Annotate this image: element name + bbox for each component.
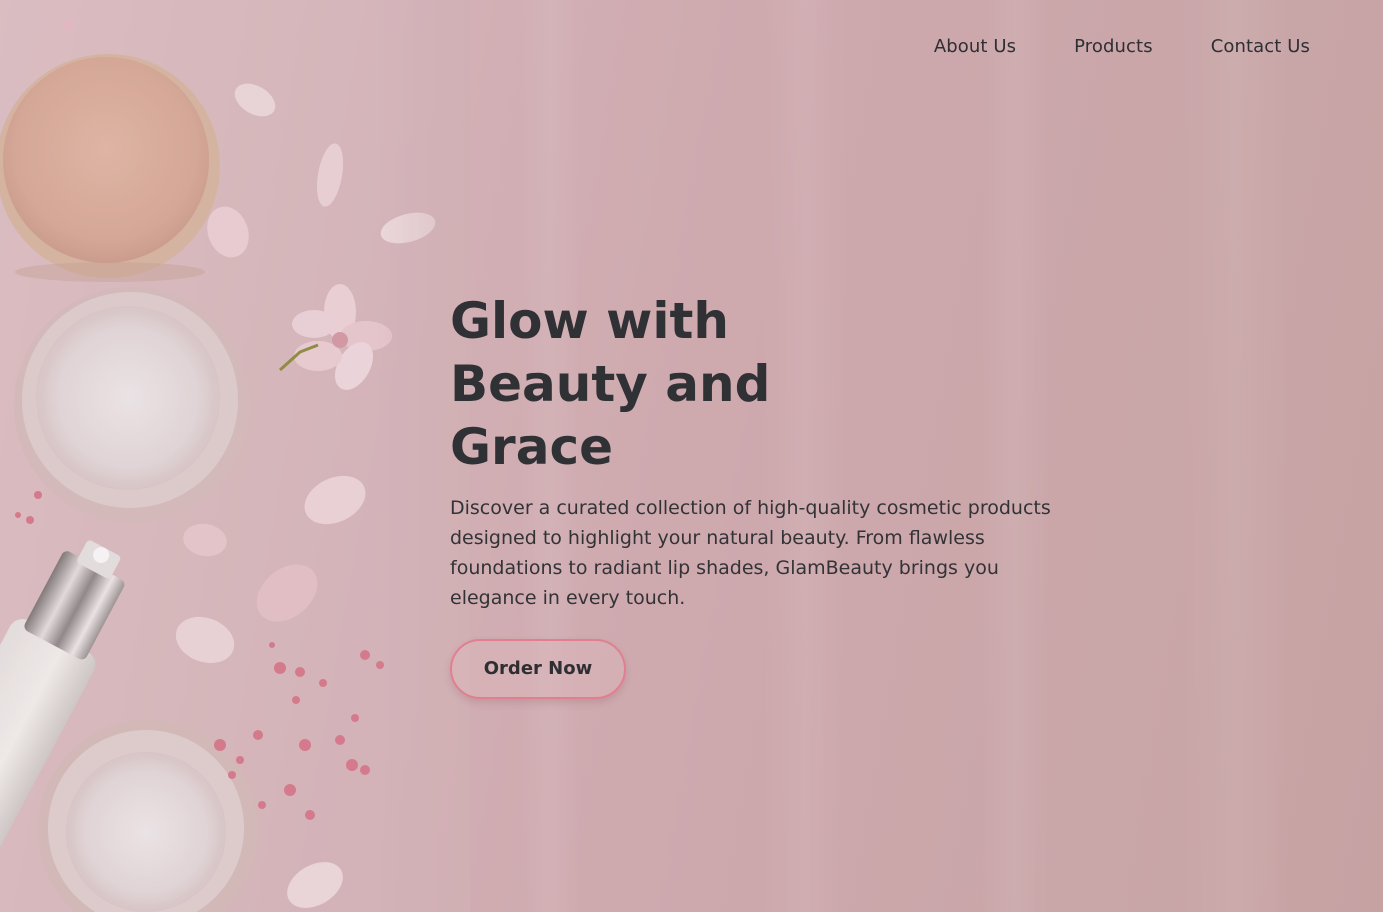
hero-headline: Glow with Beauty and Grace — [450, 292, 771, 476]
order-now-button[interactable]: Order Now — [450, 639, 626, 699]
nav-products-link[interactable]: Products — [1074, 36, 1153, 57]
top-navigation: About Us Products Contact Us — [876, 36, 1310, 57]
nav-about-us-link[interactable]: About Us — [934, 36, 1016, 57]
hero-section: About Us Products Contact Us Glow with B… — [0, 0, 1383, 912]
cosmetics-background-image — [0, 0, 470, 912]
hero-description: Discover a curated collection of high-qu… — [450, 497, 1051, 609]
nav-contact-us-link[interactable]: Contact Us — [1211, 36, 1310, 57]
hero-content: Glow with Beauty and Grace Discover a cu… — [450, 290, 1090, 699]
